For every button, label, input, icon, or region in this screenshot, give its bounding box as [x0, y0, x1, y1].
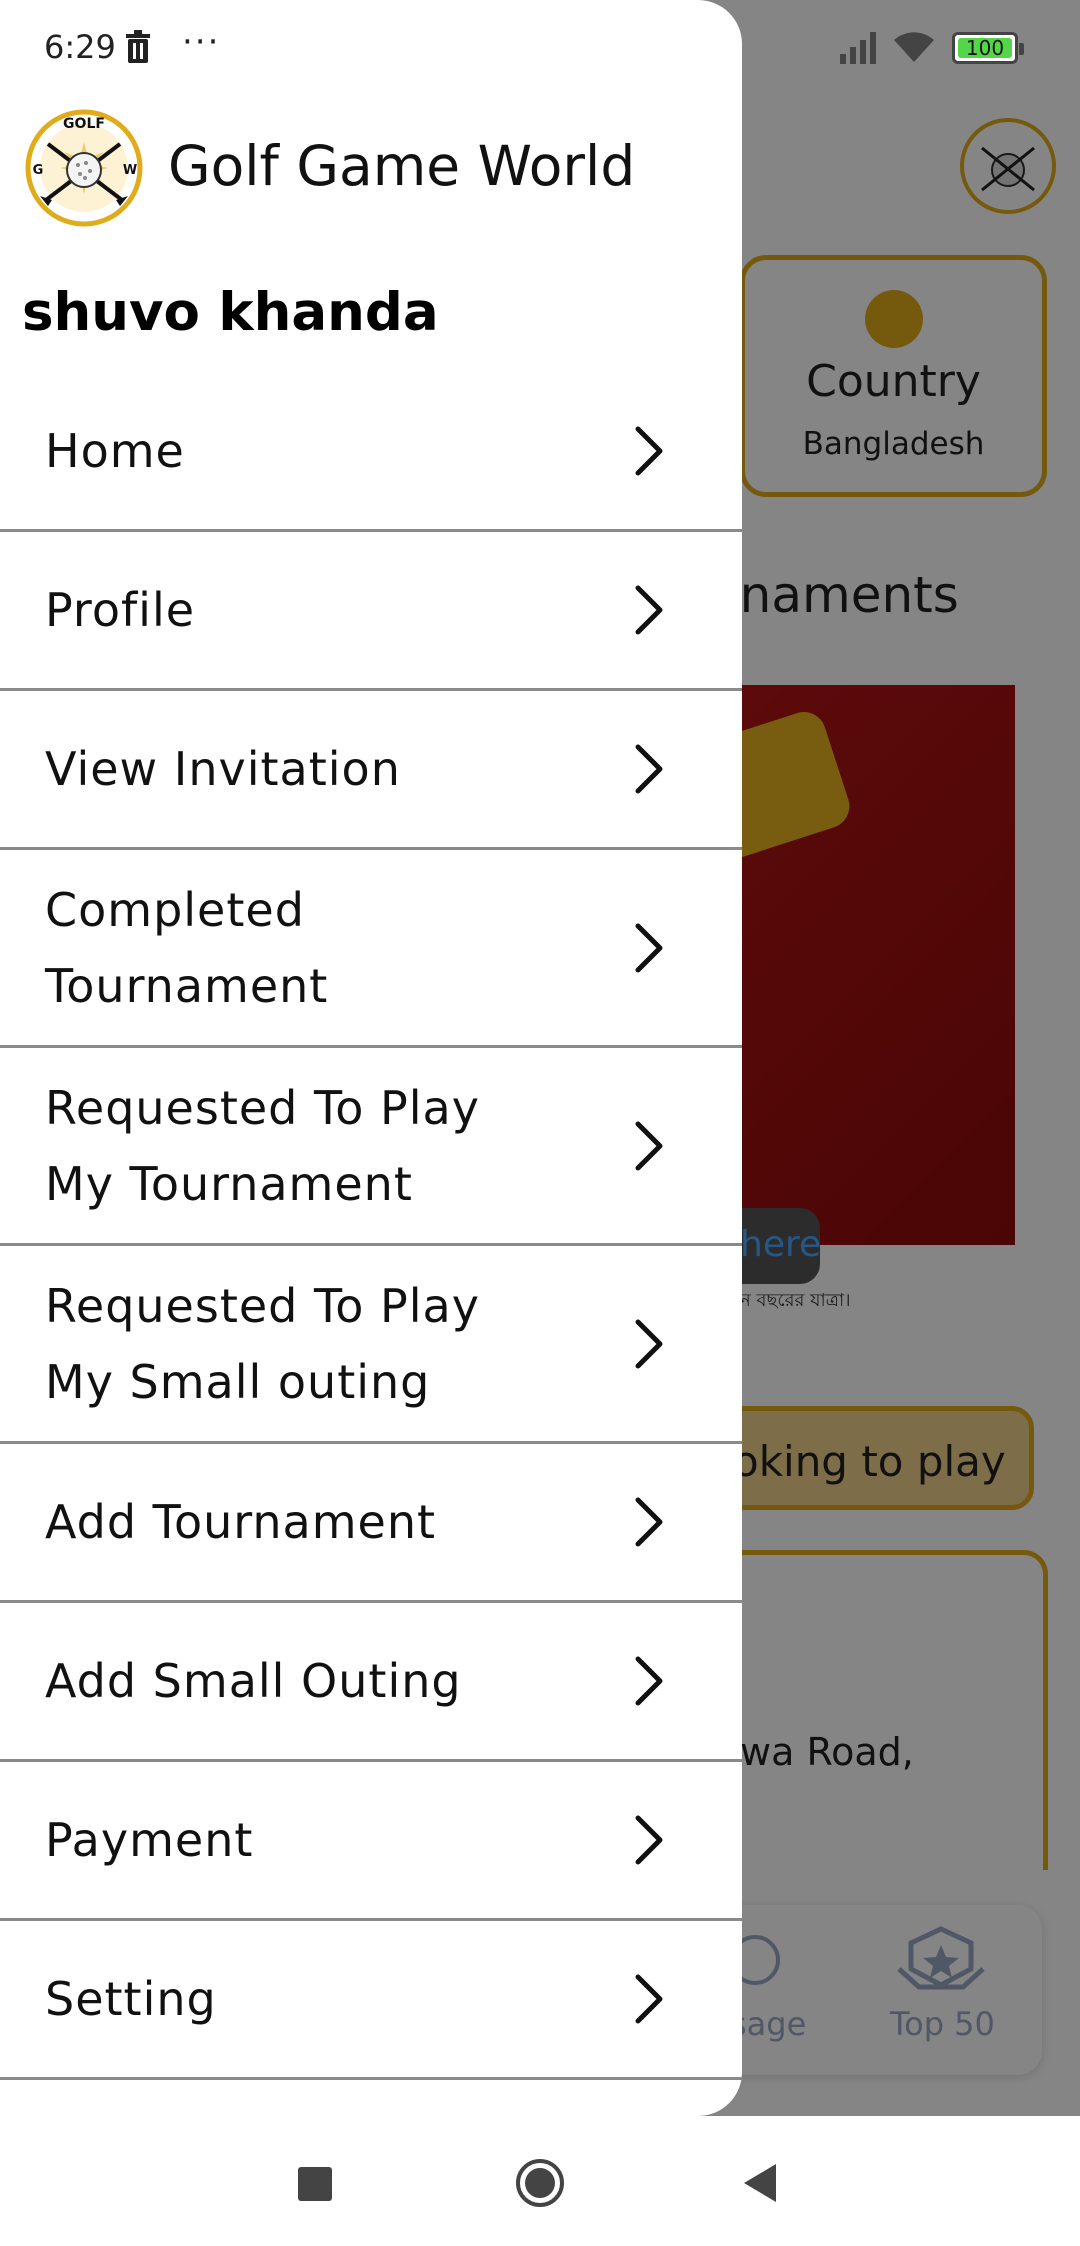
menu-item-home[interactable]: Home: [0, 373, 742, 532]
chevron-right-icon: [635, 744, 663, 794]
user-name: shuvo khanda: [22, 282, 439, 343]
menu-item-label-line: My Tournament: [45, 1156, 413, 1211]
battery-icon: 100: [952, 32, 1024, 64]
chevron-right-icon: [635, 1121, 663, 1170]
menu-item-label: View Invitation: [45, 731, 605, 807]
menu-item-label: Completed Tournament: [45, 872, 605, 1024]
home-button[interactable]: [515, 2158, 565, 2208]
menu-item-label-line: View Invitation: [45, 742, 401, 796]
chevron-right-icon: [635, 1319, 663, 1368]
menu-item-label: Payment: [45, 1802, 605, 1878]
menu-item-requested-to-play-my-tournament[interactable]: Requested To Play My Tournament: [0, 1048, 742, 1246]
wifi-icon: [894, 32, 934, 62]
chevron-right-icon: [635, 426, 663, 476]
navigation-drawer: GOLF G W Golf Game World shuvo khanda Ho…: [0, 0, 742, 2116]
signal-icon: [840, 32, 876, 64]
menu-item-payment[interactable]: Payment: [0, 1762, 742, 1921]
menu-item-label-line: My Small outing: [45, 1354, 431, 1409]
menu-item-label: Profile: [45, 572, 605, 648]
menu-item-label-line: Add Small Outing: [45, 1654, 462, 1708]
menu-item-add-tournament[interactable]: Add Tournament: [0, 1444, 742, 1603]
menu-item-view-invitation[interactable]: View Invitation: [0, 691, 742, 850]
menu-item-completed-tournament[interactable]: Completed Tournament: [0, 850, 742, 1048]
trash-icon: [126, 30, 150, 63]
menu-item-label: Requested To Play My Small outing: [45, 1268, 605, 1420]
logo-text-right: W: [123, 163, 137, 178]
menu-item-label-line: Setting: [45, 1972, 217, 2026]
menu-item-label-line: Add Tournament: [45, 1495, 437, 1549]
status-time: 6:29: [44, 28, 116, 66]
back-button[interactable]: [742, 2162, 778, 2204]
chevron-right-icon: [635, 1815, 663, 1865]
chevron-right-icon: [635, 1497, 663, 1547]
menu-item-label: Requested To Play My Tournament: [45, 1070, 605, 1222]
system-nav-bar: [0, 2116, 1080, 2246]
recents-button[interactable]: [298, 2167, 332, 2201]
chevron-right-icon: [635, 585, 663, 635]
menu-item-label: Setting: [45, 1961, 605, 2037]
menu-item-label-line: Payment: [45, 1813, 254, 1867]
logo-text-top: GOLF: [63, 116, 105, 132]
menu-item-requested-to-play-my-small-outing[interactable]: Requested To Play My Small outing: [0, 1246, 742, 1444]
menu-item-label: Home: [45, 413, 605, 489]
chevron-right-icon: [635, 923, 663, 972]
menu-item-label-line: Home: [45, 424, 185, 478]
menu-item-label: Add Tournament: [45, 1484, 605, 1560]
menu-item-setting[interactable]: Setting: [0, 1921, 742, 2080]
menu-item-add-small-outing[interactable]: Add Small Outing: [0, 1603, 742, 1762]
drawer-menu: Home Profile View Invitation Completed Tourn…: [0, 373, 742, 2080]
status-bar: 6:29 ··· 100: [0, 0, 1080, 96]
chevron-right-icon: [635, 1974, 663, 2024]
menu-item-label-line: Tournament: [45, 958, 329, 1013]
menu-item-label: Add Small Outing: [45, 1643, 605, 1719]
battery-percent: 100: [965, 36, 1005, 60]
logo-text-left: G: [33, 163, 44, 178]
menu-item-profile[interactable]: Profile: [0, 532, 742, 691]
menu-item-label-line: Completed: [45, 882, 305, 937]
chevron-right-icon: [635, 1656, 663, 1706]
overflow-dots-icon: ···: [182, 22, 221, 62]
app-title: Golf Game World: [168, 134, 636, 198]
menu-item-label-line: Requested To Play: [45, 1080, 480, 1135]
menu-item-label-line: Requested To Play: [45, 1278, 480, 1333]
golf-game-world-logo: GOLF G W: [25, 109, 143, 227]
menu-item-label-line: Profile: [45, 583, 196, 637]
